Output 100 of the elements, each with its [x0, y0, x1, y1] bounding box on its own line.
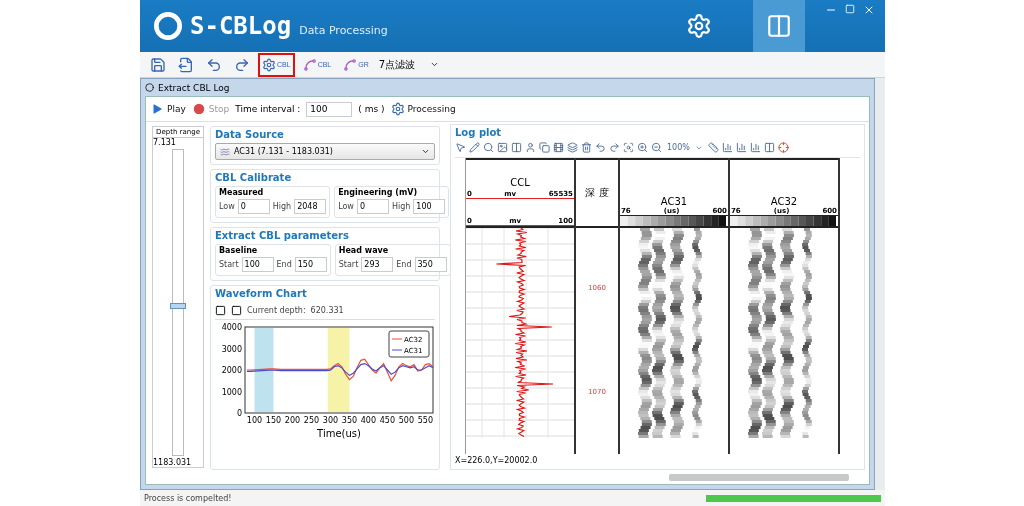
x-tick-label: 100: [246, 416, 263, 425]
x-tick-label: 150: [265, 416, 282, 425]
header-tab[interactable]: [753, 0, 805, 52]
caret-icon: [429, 60, 439, 69]
interval-label: Time interval :: [235, 104, 301, 114]
undo-icon[interactable]: [595, 142, 606, 153]
field-label: High: [272, 202, 292, 211]
input-field[interactable]: 293: [361, 257, 394, 272]
processing-button[interactable]: Processing: [390, 102, 456, 116]
input-field[interactable]: 2048: [294, 199, 327, 214]
input-field[interactable]: 0: [356, 199, 389, 214]
track-title: AC31: [659, 196, 689, 207]
x-tick-label: 400: [360, 416, 377, 425]
caret-icon: [421, 147, 430, 156]
y-tick-label: 0: [236, 409, 242, 418]
input-field[interactable]: 100: [241, 257, 274, 272]
status-message: Process is compelted!: [144, 493, 232, 503]
undo-icon: [206, 56, 222, 73]
image-icon[interactable]: [497, 142, 508, 153]
coordinate-readout: X=226.0,Y=20002.0: [455, 455, 539, 467]
group-title: Baseline: [219, 246, 259, 255]
layers-icon[interactable]: [567, 142, 578, 153]
depth-top: 7.131: [153, 138, 176, 147]
app-subtitle: Data Processing: [299, 23, 388, 37]
columns-icon[interactable]: [511, 142, 522, 153]
scrollbar-thumb[interactable]: [669, 473, 849, 481]
section-title: CBL Calibrate: [215, 172, 293, 183]
depth-label: Current depth:: [247, 306, 306, 315]
group-title: Engineering (mV): [338, 188, 419, 197]
curve-icon: [343, 57, 358, 72]
save-icon: [150, 56, 166, 73]
ruler-icon[interactable]: [708, 142, 719, 153]
track-title: AC32: [769, 196, 799, 207]
x-tick-label: 300: [322, 416, 339, 425]
filter-dropdown[interactable]: 7点滤波: [376, 55, 441, 74]
track-title: 深 度: [584, 186, 610, 200]
depth-value: 620.331: [310, 306, 344, 315]
zoom-fit-icon[interactable]: [623, 142, 634, 153]
pencil-icon[interactable]: [469, 142, 480, 153]
input-field[interactable]: 100: [306, 101, 353, 117]
app-title: S-CBLog: [190, 12, 292, 40]
logo-icon: [154, 12, 182, 40]
group-title: Measured: [219, 188, 265, 197]
x-tick-label: 250: [303, 416, 320, 425]
zoom-dropdown[interactable]: 100%: [665, 138, 705, 157]
y-tick-label: 3000: [221, 344, 242, 354]
export-icon: [178, 56, 194, 73]
field-label: Start: [219, 260, 239, 269]
x-tick-label: 450: [379, 416, 396, 425]
x-tick-label: 350: [341, 416, 358, 425]
window-icon: [145, 83, 154, 92]
x-tick-label: 200: [284, 416, 301, 425]
stop-icon: [191, 102, 206, 116]
field-label: Low: [219, 202, 235, 211]
close-icon[interactable]: [863, 4, 875, 16]
x-tick-label: 550: [417, 416, 434, 425]
gear-icon: [686, 13, 712, 39]
gear-icon: [262, 57, 276, 72]
pointer-icon[interactable]: [455, 142, 466, 153]
redo-icon[interactable]: [609, 142, 620, 153]
maximize-icon[interactable]: [845, 4, 855, 14]
zoom-out-icon[interactable]: [651, 142, 662, 153]
group-title: Head wave: [338, 246, 390, 255]
input-field[interactable]: 350: [414, 257, 447, 272]
track-title: CCL: [509, 177, 531, 188]
zoom-in-icon[interactable]: [637, 142, 648, 153]
curve-icon: [302, 57, 317, 72]
input-field[interactable]: 0: [237, 199, 270, 214]
frame-icon[interactable]: [215, 305, 226, 316]
x-axis-title: Time(us): [317, 428, 361, 439]
delete-icon[interactable]: [581, 142, 592, 153]
section-title: Extract CBL parameters: [215, 230, 350, 241]
gear-icon: [390, 102, 405, 116]
play-icon: [150, 102, 164, 116]
y-tick-label: 1000: [221, 387, 242, 397]
unit-label: ( ms ): [358, 104, 385, 114]
field-label: Low: [338, 202, 354, 211]
input-field[interactable]: 100: [413, 199, 446, 214]
columns-icon[interactable]: [764, 142, 775, 153]
y-tick-label: 2000: [221, 366, 242, 375]
field-label: Start: [338, 260, 359, 269]
y-tick-label: 4000: [221, 323, 242, 332]
redo-icon: [234, 56, 250, 73]
copy-icon[interactable]: [539, 142, 550, 153]
dialog-title: Extract CBL Log: [158, 82, 230, 93]
film-icon[interactable]: [553, 142, 564, 153]
x-tick-label: 500: [398, 416, 415, 425]
slider-thumb[interactable]: [170, 302, 186, 309]
data-source-dropdown[interactable]: AC31 (7.131 - 1183.031): [215, 143, 435, 160]
crosshair-icon[interactable]: [778, 142, 789, 153]
section-title: Log plot: [455, 127, 503, 138]
depth-bottom: 1183.031: [153, 458, 192, 467]
section-title: Waveform Chart: [215, 288, 308, 299]
input-field[interactable]: 150: [294, 257, 327, 272]
chart-legend: [388, 330, 430, 358]
section-title: Data Source: [215, 129, 285, 140]
user-icon[interactable]: [525, 142, 536, 153]
search-icon[interactable]: [483, 142, 494, 153]
field-label: High: [391, 202, 411, 211]
play-button[interactable]: Play: [150, 102, 186, 116]
